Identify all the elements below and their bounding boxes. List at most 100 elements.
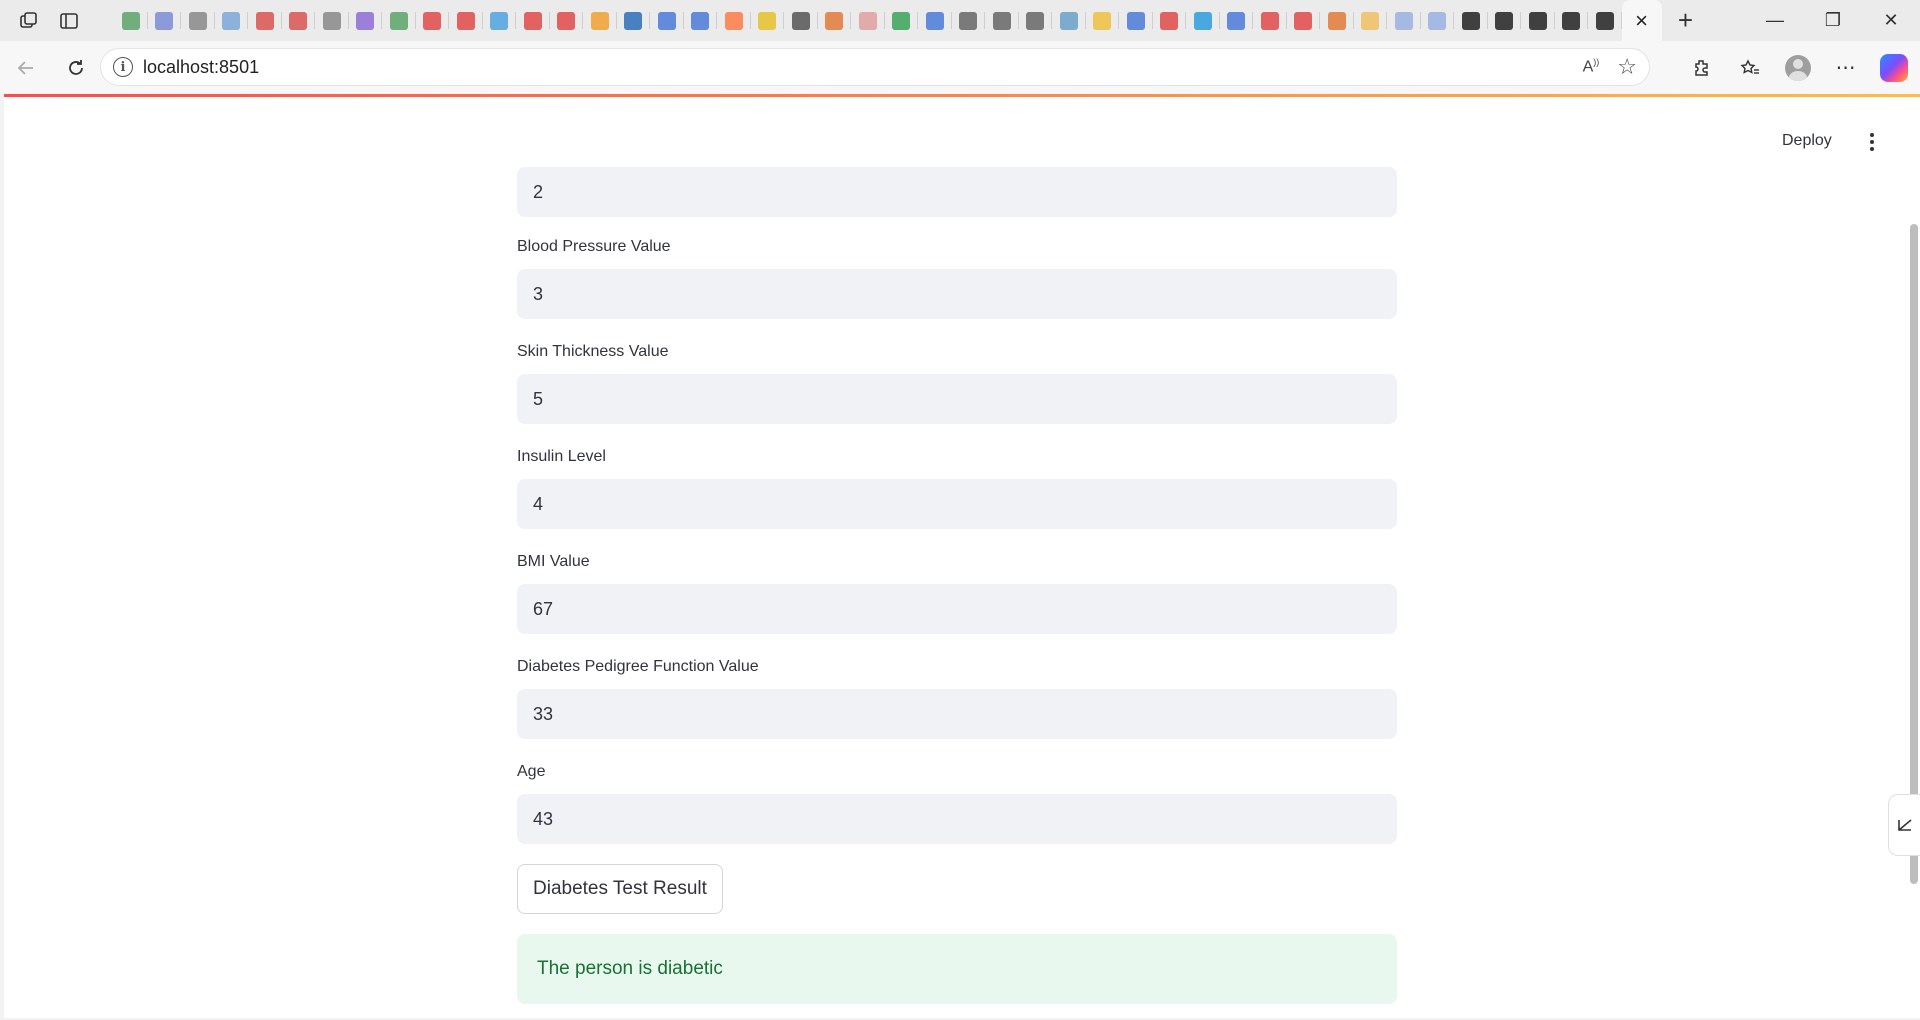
- tab-favicon-10[interactable]: [416, 0, 450, 41]
- site-info-icon[interactable]: i: [113, 57, 133, 77]
- tab-favicon-22[interactable]: [818, 0, 852, 41]
- glucose-level-input[interactable]: 2: [517, 167, 1397, 217]
- tab-favicon-19[interactable]: [717, 0, 751, 41]
- tab-favicon-44[interactable]: [1555, 0, 1589, 41]
- site-favicon-icon: [1394, 11, 1413, 30]
- tab-favicon-3[interactable]: [181, 0, 215, 41]
- site-favicon-icon: [657, 11, 676, 30]
- site-favicon-icon: [1294, 11, 1313, 30]
- tab-favicon-41[interactable]: [1454, 0, 1488, 41]
- site-favicon-icon: [389, 11, 408, 30]
- copilot-icon[interactable]: [1874, 48, 1914, 88]
- close-window-button[interactable]: ✕: [1862, 0, 1920, 41]
- tab-favicon-15[interactable]: [583, 0, 617, 41]
- bmi-label: BMI Value: [517, 553, 590, 570]
- blood-pressure-input[interactable]: 3: [517, 269, 1397, 319]
- tab-favicon-45[interactable]: [1588, 0, 1622, 41]
- main-menu-icon[interactable]: [1860, 127, 1884, 157]
- site-favicon-icon: [557, 11, 576, 30]
- site-favicon-icon: [1528, 11, 1547, 30]
- sidebar-toggle-icon[interactable]: [1888, 794, 1920, 856]
- site-favicon-icon: [1461, 11, 1480, 30]
- tab-favicon-33[interactable]: [1186, 0, 1220, 41]
- tab-favicon-17[interactable]: [650, 0, 684, 41]
- tab-strip: × + — ❐ ✕: [0, 0, 1920, 41]
- tab-favicon-1[interactable]: [114, 0, 148, 41]
- age-label: Age: [517, 763, 546, 780]
- site-favicon-icon: [1562, 11, 1581, 30]
- tab-favicon-13[interactable]: [516, 0, 550, 41]
- tab-favicon-8[interactable]: [349, 0, 383, 41]
- pedigree-function-label: Diabetes Pedigree Function Value: [517, 658, 759, 675]
- vertical-tabs-icon[interactable]: [52, 4, 86, 38]
- refresh-icon[interactable]: [56, 48, 96, 88]
- insulin-level-input[interactable]: 4: [517, 479, 1397, 529]
- tab-favicon-25[interactable]: [918, 0, 952, 41]
- tab-favicon-37[interactable]: [1320, 0, 1354, 41]
- favorites-icon[interactable]: [1730, 48, 1770, 88]
- tab-favicon-7[interactable]: [315, 0, 349, 41]
- address-bar[interactable]: i localhost:8501 A)) ☆: [100, 48, 1650, 86]
- tab-favicon-20[interactable]: [751, 0, 785, 41]
- tab-favicon-43[interactable]: [1521, 0, 1555, 41]
- read-aloud-icon[interactable]: A)): [1583, 57, 1600, 76]
- tab-favicon-29[interactable]: [1052, 0, 1086, 41]
- back-arrow-icon[interactable]: [6, 48, 46, 88]
- new-tab-button[interactable]: +: [1668, 3, 1704, 39]
- tab-favicon-2[interactable]: [148, 0, 182, 41]
- active-tab[interactable]: ×: [1621, 0, 1662, 41]
- pedigree-function-input[interactable]: 33: [517, 689, 1397, 739]
- deploy-button[interactable]: Deploy: [1770, 126, 1844, 158]
- site-favicon-icon: [188, 11, 207, 30]
- tab-favicon-35[interactable]: [1253, 0, 1287, 41]
- tab-favicon-24[interactable]: [885, 0, 919, 41]
- skin-thickness-input[interactable]: 5: [517, 374, 1397, 424]
- tab-favicon-14[interactable]: [550, 0, 584, 41]
- page-scrollbar[interactable]: [1910, 224, 1918, 884]
- site-favicon-icon: [1193, 11, 1212, 30]
- tab-favicon-6[interactable]: [282, 0, 316, 41]
- diabetes-test-result-button[interactable]: Diabetes Test Result: [517, 864, 723, 914]
- tab-favicon-30[interactable]: [1086, 0, 1120, 41]
- tab-favicon-39[interactable]: [1387, 0, 1421, 41]
- close-tab-icon[interactable]: ×: [1635, 9, 1648, 32]
- tab-favicon-23[interactable]: [851, 0, 885, 41]
- tab-favicon-21[interactable]: [784, 0, 818, 41]
- bmi-input[interactable]: 67: [517, 584, 1397, 634]
- tab-favicon-28[interactable]: [1019, 0, 1053, 41]
- tab-favicon-16[interactable]: [617, 0, 651, 41]
- profile-avatar[interactable]: [1778, 48, 1818, 88]
- tab-favicon-18[interactable]: [684, 0, 718, 41]
- tab-favicon-38[interactable]: [1354, 0, 1388, 41]
- tab-favicon-42[interactable]: [1488, 0, 1522, 41]
- workspaces-icon[interactable]: [12, 4, 46, 38]
- more-options-icon[interactable]: ⋯: [1826, 48, 1866, 88]
- minimize-button[interactable]: —: [1746, 0, 1804, 41]
- site-favicon-icon: [825, 11, 844, 30]
- tab-favicon-11[interactable]: [449, 0, 483, 41]
- extensions-icon[interactable]: [1682, 48, 1722, 88]
- restore-button[interactable]: ❐: [1804, 0, 1862, 41]
- tab-favicon-36[interactable]: [1287, 0, 1321, 41]
- tab-favicon-26[interactable]: [952, 0, 986, 41]
- tab-favicon-27[interactable]: [985, 0, 1019, 41]
- tab-favicons: ×: [114, 0, 1662, 41]
- url-text[interactable]: localhost:8501: [143, 57, 259, 78]
- tab-favicon-31[interactable]: [1119, 0, 1153, 41]
- age-input[interactable]: 43: [517, 794, 1397, 844]
- site-favicon-icon: [456, 11, 475, 30]
- site-favicon-icon: [1026, 11, 1045, 30]
- tab-favicon-5[interactable]: [248, 0, 282, 41]
- tab-favicon-32[interactable]: [1153, 0, 1187, 41]
- tab-favicon-40[interactable]: [1421, 0, 1455, 41]
- site-favicon-icon: [858, 11, 877, 30]
- site-favicon-icon: [490, 11, 509, 30]
- tab-favicon-12[interactable]: [483, 0, 517, 41]
- tab-favicon-34[interactable]: [1220, 0, 1254, 41]
- favorite-star-icon[interactable]: ☆: [1617, 54, 1637, 80]
- tab-favicon-4[interactable]: [215, 0, 249, 41]
- site-favicon-icon: [1059, 11, 1078, 30]
- site-favicon-icon: [1260, 11, 1279, 30]
- result-alert: The person is diabetic: [517, 934, 1397, 1004]
- tab-favicon-9[interactable]: [382, 0, 416, 41]
